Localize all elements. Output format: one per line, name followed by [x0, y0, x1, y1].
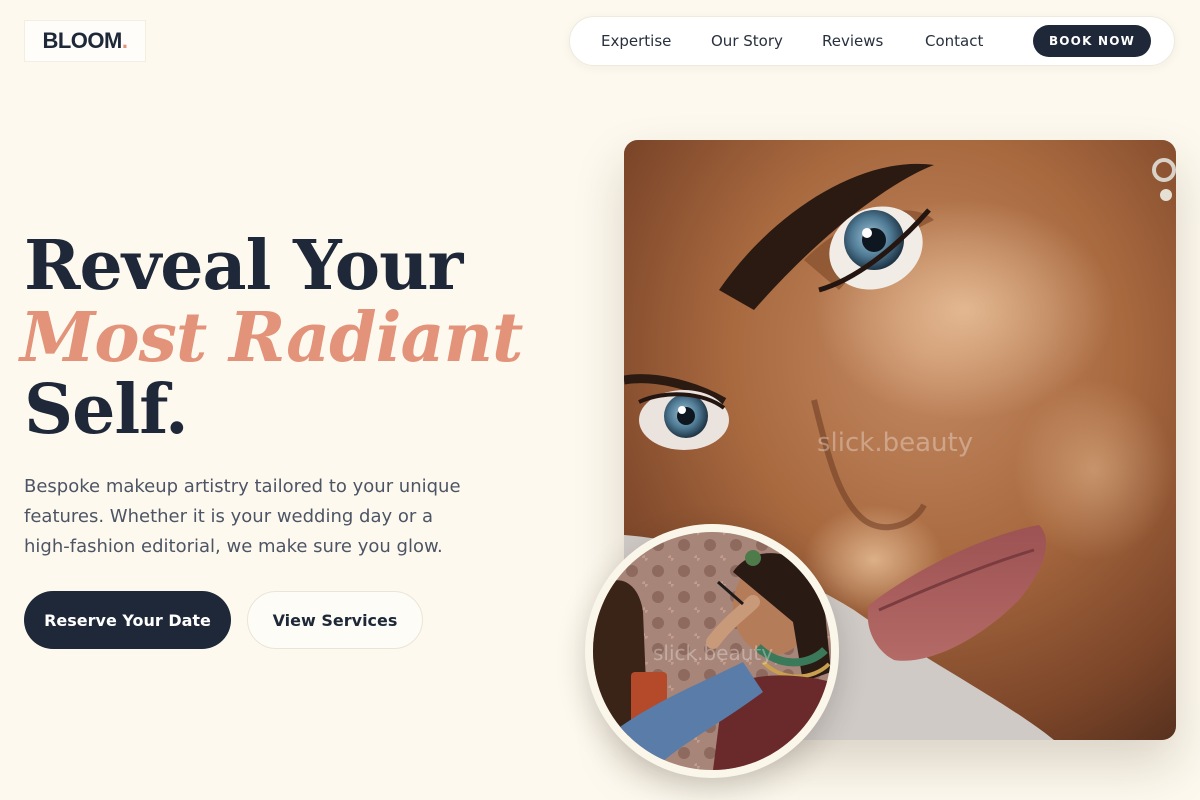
headline-line-1: Reveal Your: [24, 226, 463, 306]
brand-dot: .: [121, 28, 128, 53]
brand-logo[interactable]: BLOOM.: [24, 20, 146, 62]
inset-photo-frame: slick.beauty: [585, 524, 839, 778]
main-navigation: Expertise Our Story Reviews Contact BOOK…: [569, 16, 1175, 66]
book-now-button[interactable]: BOOK NOW: [1033, 25, 1151, 57]
headline-accent: Most Radiant: [20, 298, 523, 378]
nav-link-contact[interactable]: Contact: [925, 17, 983, 65]
headline-line-3: Self.: [24, 370, 189, 450]
view-services-button[interactable]: View Services: [247, 591, 423, 649]
nav-link-our-story[interactable]: Our Story: [711, 17, 783, 65]
brand-name: BLOOM: [42, 28, 122, 53]
inset-image-watermark: slick.beauty: [653, 641, 774, 665]
hero-description: Bespoke makeup artistry tailored to your…: [24, 476, 461, 557]
hero-headline: Reveal Your Most Radiant Self.: [20, 226, 523, 450]
reserve-date-button[interactable]: Reserve Your Date: [24, 591, 231, 649]
nav-link-expertise[interactable]: Expertise: [601, 17, 671, 65]
hero-image-watermark: slick.beauty: [817, 428, 974, 458]
nav-link-reviews[interactable]: Reviews: [822, 17, 883, 65]
makeup-application-image: slick.beauty: [593, 532, 831, 770]
